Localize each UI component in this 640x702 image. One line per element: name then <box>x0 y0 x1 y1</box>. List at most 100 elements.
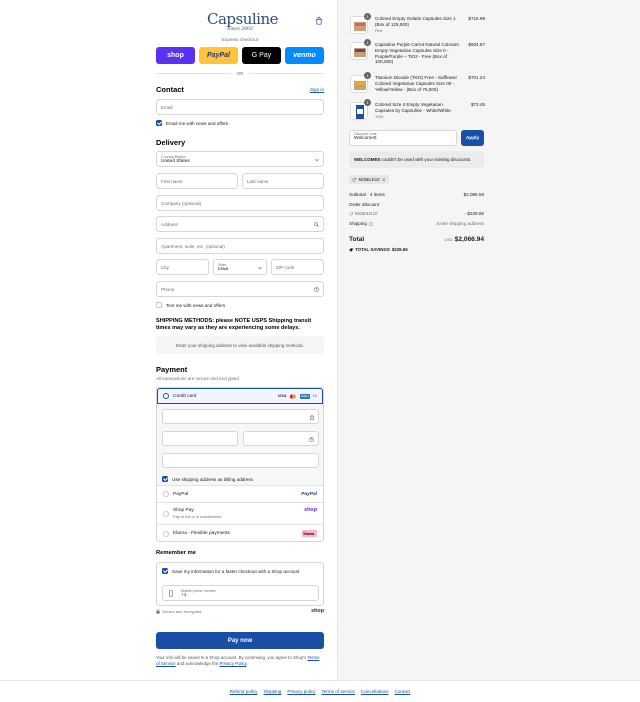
venmo-button[interactable]: venmo <box>285 47 324 64</box>
total-wrap: USD $2,066.94 <box>445 236 484 243</box>
save-info-checkbox[interactable]: Save my information for a faster checkou… <box>162 568 299 574</box>
amex-icon: AMEX <box>299 393 311 399</box>
order-item: 1 Colored Empty Gelatin Capsules Size 1 … <box>349 13 485 38</box>
legal-text-1: Your info will be saved to a Shop accoun… <box>156 655 307 660</box>
close-icon[interactable] <box>382 178 386 182</box>
discount-code-input[interactable]: Discount code Welcome5 <box>349 130 457 146</box>
subtotal-value: $2,096.59 <box>463 192 484 197</box>
shipping-label: Shipping <box>349 221 367 226</box>
discount-code-row: MOBILE10 - $229.65 <box>349 211 484 216</box>
company-input[interactable]: Company (optional) <box>156 195 324 211</box>
discount-code-name: MOBILE10 <box>355 211 378 216</box>
remember-me-box: Save my information for a faster checkou… <box>156 562 324 606</box>
last-name-input[interactable]: Last name <box>242 173 324 189</box>
email-input[interactable]: Email <box>156 99 324 115</box>
brand-logo[interactable]: Capsuline Since 2003 <box>207 12 279 34</box>
period: . <box>246 661 248 666</box>
apartment-input[interactable]: Apartment, suite, etc. (optional) <box>156 238 324 254</box>
tag-icon <box>352 177 356 182</box>
mastercard-icon <box>290 394 297 398</box>
first-name-input[interactable]: First name <box>156 173 238 189</box>
lock-icon <box>310 415 314 420</box>
expiration-input[interactable] <box>162 431 238 446</box>
discount-warning: WELCOME5 couldn't be used with your exis… <box>349 151 484 168</box>
country-value: United States <box>161 158 190 164</box>
help-icon[interactable] <box>369 221 373 226</box>
checkbox-checked[interactable] <box>156 120 162 126</box>
item-name: Colored Size 4 Empty Vegetarian Capsules… <box>375 102 463 120</box>
legal-text-2: and acknowledge the <box>176 661 219 666</box>
savings-value: $229.65 <box>391 247 408 252</box>
checkbox-checked[interactable] <box>162 568 168 574</box>
paypal-option[interactable]: PayPal PayPal <box>157 486 323 503</box>
secure-text-wrap: Secure and encrypted <box>156 609 201 614</box>
phone-input[interactable]: Phone <box>156 281 324 297</box>
privacy-link[interactable]: Privacy Policy <box>220 661 247 666</box>
tag-icon <box>349 211 353 216</box>
warning-text: couldn't be used with your existing disc… <box>381 157 472 162</box>
pay-now-button[interactable]: Pay now <box>156 632 324 649</box>
radio-unselected[interactable] <box>163 491 169 497</box>
cancellations-link[interactable]: Cancellations <box>361 689 389 694</box>
product-thumbnail: 1 <box>350 13 371 34</box>
help-icon[interactable] <box>309 437 314 442</box>
chevron-down-icon <box>315 158 319 162</box>
name-on-card-input[interactable] <box>162 453 319 468</box>
radio-selected[interactable] <box>163 393 169 399</box>
city-input[interactable]: City <box>156 259 209 275</box>
apply-button[interactable]: Apply <box>461 130 484 146</box>
security-code-input[interactable] <box>243 431 319 446</box>
klarna-label: Klarna - Flexible payments <box>173 531 230 536</box>
country-select[interactable]: Country/Region United States <box>156 151 324 167</box>
help-icon[interactable] <box>314 287 319 292</box>
checkbox-unchecked[interactable] <box>156 302 162 308</box>
refund-policy-link[interactable]: Refund policy <box>230 689 258 694</box>
divider-line <box>249 72 325 74</box>
item-name: Capsuline Purple Carrot Natural Colorant… <box>375 42 463 65</box>
mobile-phone-input[interactable]: Mobile phone number +1 <box>162 585 319 601</box>
radio-unselected[interactable] <box>163 510 169 517</box>
billing-same-checkbox[interactable]: Use shipping address as billing address <box>162 476 253 482</box>
item-variant: 1000 <box>375 114 384 119</box>
sign-in-link[interactable]: Sign in <box>310 87 324 92</box>
privacy-policy-link[interactable]: Privacy policy <box>287 689 315 694</box>
shipping-link[interactable]: Shipping <box>263 689 281 694</box>
radio-unselected[interactable] <box>163 530 169 537</box>
tag-icon <box>349 247 353 252</box>
shop-pay-sublabel: Pay in full or in installments <box>173 514 222 520</box>
text-news-checkbox[interactable]: Text me with news and offers <box>156 302 225 308</box>
terms-of-service-link[interactable]: Terms of service <box>321 689 354 694</box>
cart-icon[interactable] <box>315 17 323 25</box>
payment-methods: Credit card VISA AMEX +1 Use shipping ad… <box>156 387 324 542</box>
paypal-logo: PayPal <box>301 491 317 497</box>
klarna-option[interactable]: Klarna - Flexible payments Klarna. <box>157 525 323 541</box>
contact-link[interactable]: Contact <box>395 689 411 694</box>
credit-card-option[interactable]: Credit card VISA AMEX +1 <box>157 388 323 404</box>
or-text: OR <box>236 70 244 76</box>
state-select[interactable]: State Iowa <box>213 259 267 275</box>
total-value: $2,066.94 <box>454 236 484 243</box>
shop-pay-option[interactable]: Shop Pay Pay in full or in installments … <box>157 503 323 525</box>
currency-code: USD <box>444 238 453 242</box>
checkbox-checked[interactable] <box>162 476 168 482</box>
shop-pay-button[interactable]: shop <box>156 47 195 64</box>
credit-card-label: Credit card <box>173 393 197 399</box>
search-icon <box>314 222 319 227</box>
warning-code: WELCOME5 <box>354 157 381 162</box>
klarna-logo: Klarna. <box>301 530 317 537</box>
email-news-checkbox[interactable]: Email me with news and offers <box>156 120 228 126</box>
card-number-input[interactable] <box>162 409 319 424</box>
item-title: Capsuline Purple Carrot Natural Colorant… <box>375 42 459 65</box>
shop-wordmark: shop <box>311 608 324 614</box>
visa-icon: VISA <box>277 394 287 398</box>
card-brands: VISA AMEX +1 <box>277 393 317 399</box>
paypal-button[interactable]: PayPal <box>199 47 238 64</box>
google-pay-button[interactable]: G Pay <box>242 47 281 64</box>
order-discount-label: Order discount <box>349 202 380 207</box>
address-input[interactable]: Address <box>156 216 324 232</box>
order-discount-row: Order discount <box>349 202 484 207</box>
mobile-phone-value: +1 <box>181 592 187 598</box>
shipping-value: Enter shipping address <box>437 221 484 226</box>
order-item: 1 Titanium Dioxide (TiO2) Free - Safflow… <box>349 72 485 97</box>
zip-input[interactable]: ZIP code <box>271 259 324 275</box>
